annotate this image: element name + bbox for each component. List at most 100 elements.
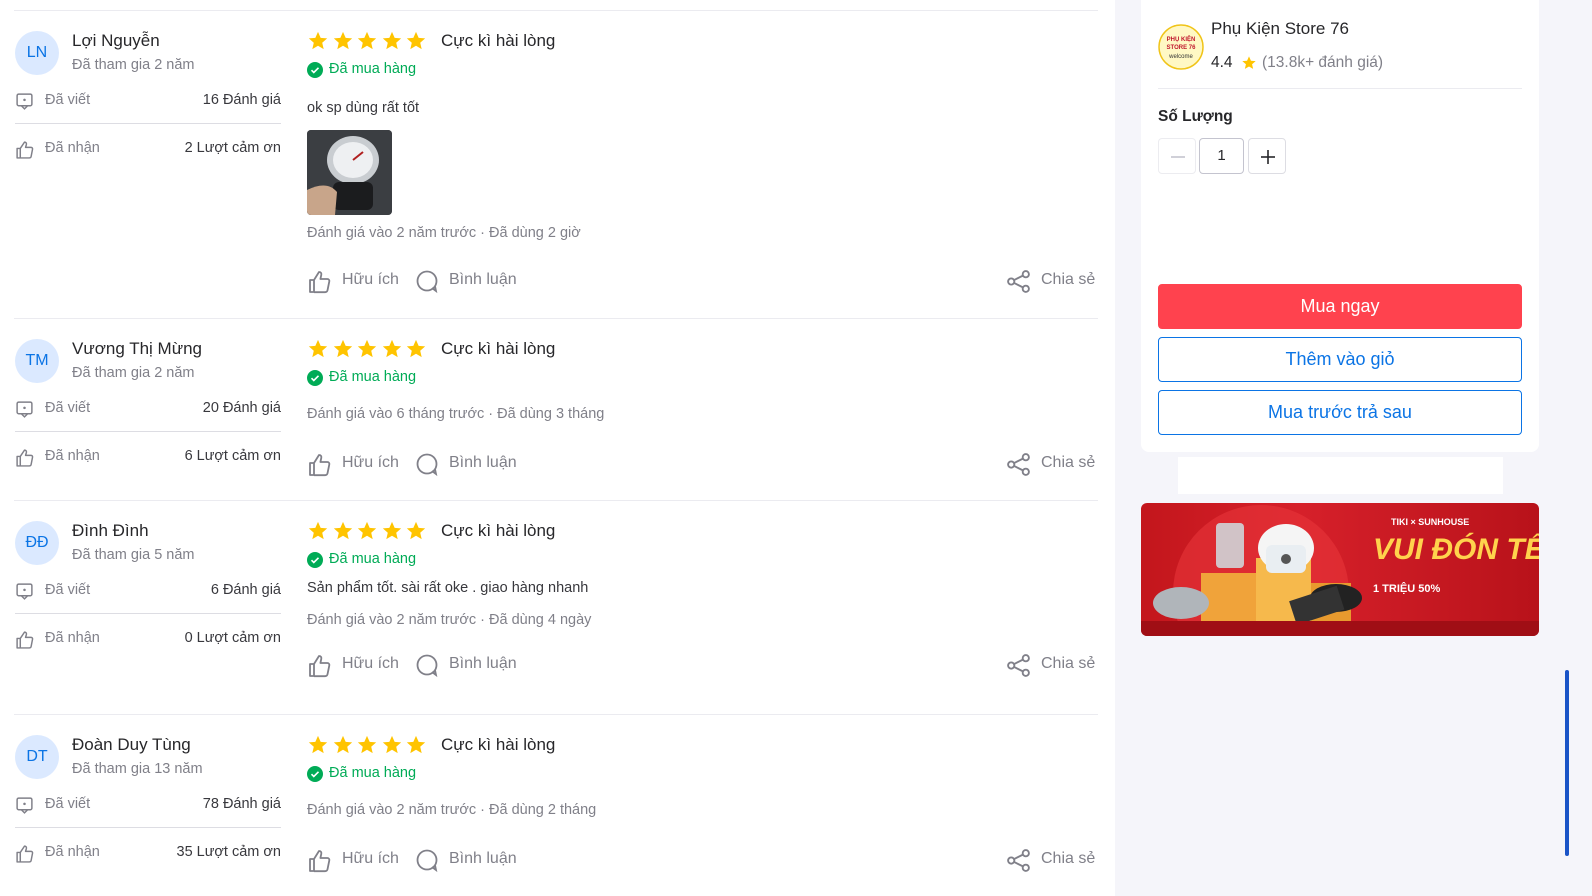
share-button[interactable]: Chia sẻ xyxy=(1006,847,1098,873)
star-icon xyxy=(357,339,377,358)
star-icon xyxy=(357,521,377,540)
comment-button[interactable]: Bình luận xyxy=(415,268,525,294)
star-icon xyxy=(1242,56,1256,69)
written-label: Đã viết xyxy=(45,92,91,108)
quantity-input[interactable]: 1 xyxy=(1199,138,1244,174)
received-value: 6 Lượt cảm ơn xyxy=(184,448,281,464)
review-meta: Đánh giá vào 2 năm trước · Đã dùng 2 thá… xyxy=(307,802,597,818)
written-stat: Đã viết 16 Đánh giá xyxy=(15,90,281,112)
share-label: Chia sẻ xyxy=(1041,454,1096,471)
comment-button[interactable]: Bình luận xyxy=(415,847,525,873)
comment-icon xyxy=(416,849,438,873)
share-label: Chia sẻ xyxy=(1041,271,1096,288)
reviewer-name: Đình Đình xyxy=(72,521,149,540)
star-icon xyxy=(308,735,328,754)
helpful-button[interactable]: Hữu ích xyxy=(307,847,402,873)
store-logo[interactable]: PHỤ KIỆN STORE 76 welcome xyxy=(1158,24,1204,70)
share-button[interactable]: Chia sẻ xyxy=(1006,268,1098,294)
share-icon xyxy=(1007,849,1030,872)
review-written-icon xyxy=(16,93,33,110)
review-written-icon xyxy=(16,401,33,418)
comment-icon xyxy=(416,453,438,477)
minus-icon xyxy=(1171,156,1185,158)
check-circle-icon xyxy=(307,370,323,386)
review-comment: Sản phẩm tốt. sài rất oke . giao hàng nh… xyxy=(307,580,589,596)
star-icon xyxy=(333,521,352,540)
add-to-cart-button[interactable]: Thêm vào giỏ xyxy=(1158,337,1522,382)
received-stat: Đã nhận 2 Lượt cảm ơn xyxy=(15,138,281,160)
review-comment: ok sp dùng rất tốt xyxy=(307,100,420,116)
review-meta: Đánh giá vào 6 tháng trước · Đã dùng 3 t… xyxy=(307,406,605,422)
star-icon xyxy=(406,339,426,358)
thumbs-up-icon xyxy=(309,655,331,678)
comment-label: Bình luận xyxy=(449,271,517,288)
comment-button[interactable]: Bình luận xyxy=(415,652,525,678)
received-label: Đã nhận xyxy=(45,844,100,860)
banner-illustration xyxy=(1141,505,1539,636)
avatar: DT xyxy=(15,735,59,779)
review-photo[interactable] xyxy=(307,130,392,215)
divider xyxy=(15,827,281,828)
store-rating-count: (13.8k+ đánh giá) xyxy=(1262,54,1384,71)
comment-label: Bình luận xyxy=(449,454,517,471)
written-label: Đã viết xyxy=(45,796,91,812)
avatar: ĐĐ xyxy=(15,521,59,565)
joined-duration: Đã tham gia 13 năm xyxy=(72,761,203,777)
thumbs-up-icon xyxy=(309,454,331,477)
purchased-label: Đã mua hàng xyxy=(329,61,417,77)
helpful-button[interactable]: Hữu ích xyxy=(307,652,402,678)
written-stat: Đã viết 78 Đánh giá xyxy=(15,794,281,816)
purchased-label: Đã mua hàng xyxy=(329,551,417,567)
promo-banner[interactable]: TIKI × SUNHOUSE VUI ĐÓN TẾT Sale 1 TRIỆU… xyxy=(1141,503,1539,636)
joined-duration: Đã tham gia 2 năm xyxy=(72,57,195,73)
share-icon xyxy=(1007,654,1030,677)
quantity-label: Số Lượng xyxy=(1158,108,1233,125)
comment-label: Bình luận xyxy=(449,655,517,672)
thumbs-up-icon xyxy=(309,850,331,873)
helpful-label: Hữu ích xyxy=(342,655,399,672)
check-circle-icon xyxy=(307,766,323,782)
share-icon xyxy=(1007,453,1030,476)
thumbs-up-icon xyxy=(16,449,34,467)
helpful-button[interactable]: Hữu ích xyxy=(307,451,402,477)
check-circle-icon xyxy=(307,62,323,78)
star-icon xyxy=(357,31,377,50)
placeholder-strip xyxy=(1178,457,1503,494)
share-label: Chia sẻ xyxy=(1041,850,1096,867)
comment-icon xyxy=(416,270,438,294)
quantity-decrease-button[interactable] xyxy=(1158,138,1196,174)
thumbs-up-icon xyxy=(16,845,34,863)
scrollbar-thumb[interactable] xyxy=(1565,670,1569,856)
buy-later-button[interactable]: Mua trước trả sau xyxy=(1158,390,1522,435)
received-value: 0 Lượt cảm ơn xyxy=(184,630,281,646)
star-icon xyxy=(382,521,401,540)
written-label: Đã viết xyxy=(45,582,91,598)
banner-details: 1 TRIỆU 50% xyxy=(1373,583,1441,595)
store-logo-text-3: welcome xyxy=(1168,54,1193,60)
star-rating xyxy=(307,734,429,756)
thumbs-up-icon xyxy=(16,631,34,649)
received-label: Đã nhận xyxy=(45,448,100,464)
thumbs-up-icon xyxy=(16,141,34,159)
received-value: 2 Lượt cảm ơn xyxy=(184,140,281,156)
divider xyxy=(15,123,281,124)
store-logo-text-1: PHỤ KIỆN xyxy=(1167,35,1196,43)
store-name[interactable]: Phụ Kiện Store 76 xyxy=(1211,19,1349,39)
photo-thumbnail xyxy=(307,130,392,215)
buy-now-button[interactable]: Mua ngay xyxy=(1158,284,1522,329)
star-icon xyxy=(406,31,426,50)
share-button[interactable]: Chia sẻ xyxy=(1006,451,1098,477)
joined-duration: Đã tham gia 2 năm xyxy=(72,365,195,381)
thumbs-up-icon xyxy=(309,271,331,294)
share-button[interactable]: Chia sẻ xyxy=(1006,652,1098,678)
received-label: Đã nhận xyxy=(45,140,100,156)
rating-text: Cực kì hài lòng xyxy=(441,31,556,50)
helpful-button[interactable]: Hữu ích xyxy=(307,268,402,294)
star-icon xyxy=(333,735,352,754)
review-written-icon xyxy=(16,797,33,814)
quantity-increase-button[interactable] xyxy=(1248,138,1286,174)
comment-button[interactable]: Bình luận xyxy=(415,451,525,477)
banner-headline: VUI ĐÓN TẾT Sale xyxy=(1373,533,1539,566)
divider xyxy=(14,714,1098,715)
rating-text: Cực kì hài lòng xyxy=(441,735,556,754)
